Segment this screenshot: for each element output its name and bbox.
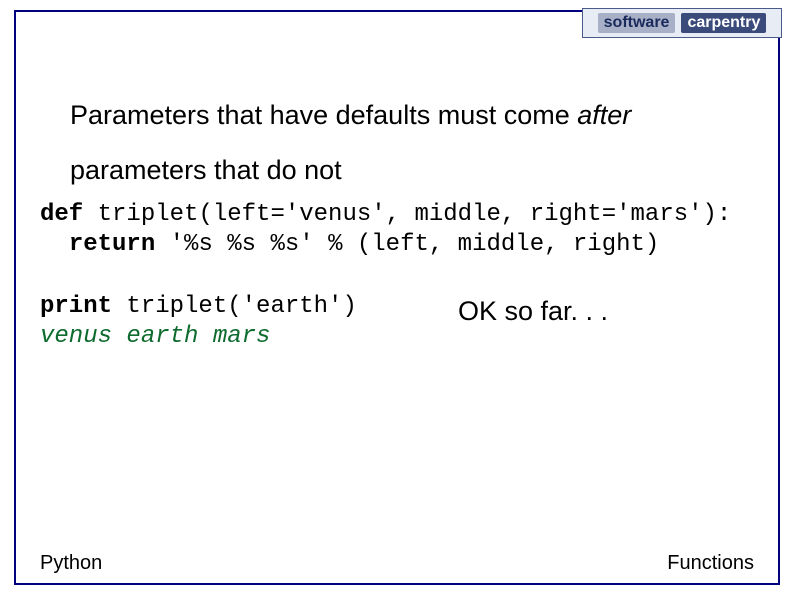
software-carpentry-logo: software carpentry bbox=[582, 8, 782, 38]
heading-part2: parameters that do not bbox=[70, 155, 342, 185]
heading-italic: after bbox=[577, 100, 631, 130]
indent bbox=[40, 231, 69, 258]
annotation-text: OK so far. . . bbox=[458, 296, 608, 327]
keyword-print: print bbox=[40, 293, 112, 320]
logo-word-2: carpentry bbox=[681, 13, 766, 33]
code-definition: def triplet(left='venus', middle, right=… bbox=[40, 200, 731, 260]
def-signature: triplet(left='venus', middle, right='mar… bbox=[83, 201, 731, 228]
keyword-def: def bbox=[40, 201, 83, 228]
keyword-return: return bbox=[69, 231, 155, 258]
code-print: print triplet('earth') venus earth mars bbox=[40, 292, 357, 352]
logo-word-1: software bbox=[598, 13, 676, 33]
code-output: venus earth mars bbox=[40, 323, 270, 350]
footer-right: Functions bbox=[667, 552, 754, 575]
print-call: triplet('earth') bbox=[112, 293, 357, 320]
slide-heading: Parameters that have defaults must come … bbox=[70, 88, 754, 199]
heading-part1: Parameters that have defaults must come bbox=[70, 100, 577, 130]
footer-left: Python bbox=[40, 552, 102, 575]
return-body: '%s %s %s' % (left, middle, right) bbox=[155, 231, 659, 258]
